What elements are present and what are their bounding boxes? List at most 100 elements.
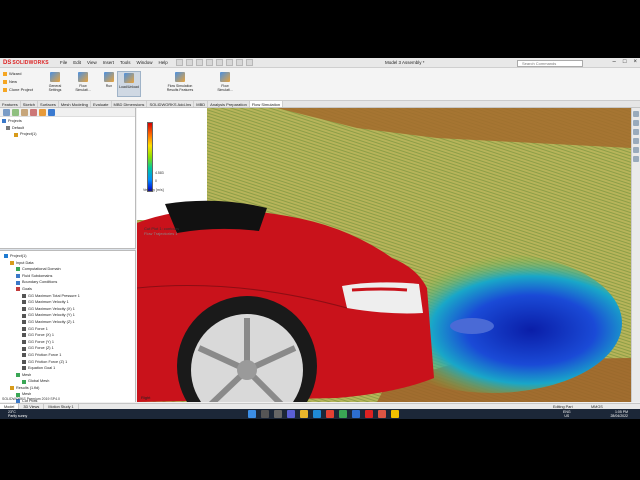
tree-item[interactable]: Input Data — [2, 260, 134, 267]
tree-item[interactable]: Project(1) — [2, 253, 134, 260]
menu-tools[interactable]: Tools — [120, 60, 131, 65]
resources-icon[interactable] — [633, 111, 639, 117]
load-unload-button[interactable]: Load/Unload — [117, 71, 141, 97]
search-commands-input[interactable]: Search Commands — [517, 60, 583, 67]
tree-item[interactable]: Global Mesh — [2, 378, 134, 385]
new-button[interactable]: New — [3, 79, 33, 84]
select-icon[interactable] — [226, 59, 233, 66]
tree-item[interactable]: Mesh — [2, 372, 134, 379]
tree-item[interactable]: GG Force 1 — [2, 326, 134, 333]
tree-item-default[interactable]: Default — [2, 125, 133, 132]
tab-analysis-preparation[interactable]: Analysis Preparation — [208, 101, 250, 107]
plot-labels: Cut Plot 1: contours Flow Trajectories 1 — [144, 226, 179, 236]
tree-item[interactable]: Fluid Subdomains — [2, 273, 134, 280]
tab-surfaces[interactable]: Surfaces — [38, 101, 59, 107]
clock[interactable]: 1:05 PM 28/04/2022 — [610, 410, 628, 418]
tab-mesh-modeling[interactable]: Mesh Modeling — [59, 101, 91, 107]
app-icon-2[interactable] — [391, 410, 399, 418]
new-doc-icon[interactable] — [176, 59, 183, 66]
undo-icon[interactable] — [216, 59, 223, 66]
chrome-icon[interactable] — [326, 410, 334, 418]
configuration-icon[interactable] — [21, 109, 28, 116]
edge-icon[interactable] — [313, 410, 321, 418]
tab-mbd[interactable]: MBD — [194, 101, 209, 107]
feature-tree-icon[interactable] — [3, 109, 10, 116]
wizard-button[interactable]: Wizard — [3, 71, 33, 76]
menu-view[interactable]: View — [87, 60, 97, 65]
start-icon[interactable] — [248, 410, 256, 418]
minimize-icon[interactable]: – — [613, 59, 616, 65]
tab-sketch[interactable]: Sketch — [21, 101, 39, 107]
flow-simulation-icon — [78, 72, 88, 82]
title-bar: DS SOLIDWORKS File Edit View Insert Tool… — [0, 58, 640, 68]
teams-icon[interactable] — [287, 410, 295, 418]
file-explorer-taskbar-icon[interactable] — [300, 410, 308, 418]
property-icon[interactable] — [12, 109, 19, 116]
view-palette-icon[interactable] — [633, 138, 639, 144]
solidworks-logo[interactable]: DS SOLIDWORKS — [3, 59, 49, 67]
clone-project-button[interactable]: Clone Project — [3, 87, 33, 92]
tab-evaluate[interactable]: Evaluate — [91, 101, 112, 107]
flow-simulation-options-button[interactable]: Flow Simulati... — [216, 71, 234, 97]
search-icon[interactable] — [261, 410, 269, 418]
custom-properties-icon[interactable] — [633, 156, 639, 162]
tree-item[interactable]: GG Maximum Velocity (Y) 1 — [2, 312, 134, 319]
tree-item[interactable]: GG Force (Z) 1 — [2, 345, 134, 352]
tree-item[interactable]: Goals — [2, 286, 134, 293]
menu-insert[interactable]: Insert — [103, 60, 114, 65]
design-library-icon[interactable] — [633, 120, 639, 126]
app-icon[interactable] — [339, 410, 347, 418]
tree-item-projects[interactable]: Projects — [2, 118, 133, 125]
tab-addins[interactable]: SOLIDWORKS Add-Ins — [147, 101, 195, 107]
project-commands: Wizard New Clone Project — [3, 71, 33, 92]
print-icon[interactable] — [206, 59, 213, 66]
language-indicator[interactable]: ENG US — [563, 410, 571, 418]
results-features-button[interactable]: Flow Simulation Results Features — [165, 71, 195, 97]
menu-edit[interactable]: Edit — [73, 60, 81, 65]
task-view-icon[interactable] — [274, 410, 282, 418]
tree-item[interactable]: GG Maximum Velocity 1 — [2, 299, 134, 306]
tree-item-project[interactable]: Project(1) — [2, 131, 133, 138]
maximize-icon[interactable]: □ — [623, 59, 627, 65]
menu-help[interactable]: Help — [159, 60, 168, 65]
acrobat-icon[interactable] — [378, 410, 386, 418]
tree-item[interactable]: GG Force (Y) 1 — [2, 339, 134, 346]
rebuild-icon[interactable] — [236, 59, 243, 66]
graphics-area[interactable]: Right 4.583 0 Velocity [m/s] Cut Plot 1:… — [137, 108, 631, 402]
tree-item[interactable]: GG Friction Force (Z) 1 — [2, 359, 134, 366]
tree-item[interactable]: GG Maximum Velocity (Z) 1 — [2, 319, 134, 326]
tree-item[interactable]: Results (1.fld) — [2, 385, 134, 392]
tree-item[interactable]: GG Friction Force 1 — [2, 352, 134, 359]
menu-file[interactable]: File — [60, 60, 67, 65]
tree-node-icon — [16, 274, 20, 279]
store-icon[interactable] — [352, 410, 360, 418]
tree-node-icon — [22, 366, 26, 371]
close-icon[interactable]: × — [633, 59, 637, 65]
tree-item[interactable]: Computational Domain — [2, 266, 134, 273]
tree-item[interactable]: GG Force (X) 1 — [2, 332, 134, 339]
tab-features[interactable]: Features — [0, 101, 21, 107]
dimxpert-icon[interactable] — [30, 109, 37, 116]
appearances-icon[interactable] — [633, 147, 639, 153]
save-icon[interactable] — [196, 59, 203, 66]
menu-window[interactable]: Window — [137, 60, 153, 65]
tab-flow-simulation[interactable]: Flow Simulation — [249, 101, 284, 107]
weather-widget[interactable]: 23°C Partly sunny — [8, 410, 27, 418]
flow-simulation-tools-button[interactable]: Flow Simulati... — [74, 71, 92, 97]
solidworks-taskbar-icon[interactable] — [365, 410, 373, 418]
panel-splitter[interactable] — [0, 248, 136, 251]
tree-node-icon — [22, 326, 26, 331]
run-button[interactable]: Run — [100, 71, 118, 97]
flow-analysis-tree-icon[interactable] — [48, 109, 55, 116]
options-icon[interactable] — [246, 59, 253, 66]
tree-item[interactable]: GG Maximum Velocity (X) 1 — [2, 306, 134, 313]
tree-item[interactable]: Equation Goal 1 — [2, 365, 134, 372]
open-icon[interactable] — [186, 59, 193, 66]
tab-mbd-dimensions[interactable]: MBD Dimensions — [112, 101, 148, 107]
tree-node-icon — [10, 386, 14, 391]
general-settings-button[interactable]: General Settings — [46, 71, 64, 97]
display-icon[interactable] — [39, 109, 46, 116]
file-explorer-icon[interactable] — [633, 129, 639, 135]
tree-item[interactable]: GG Maximum Total Pressure 1 — [2, 293, 134, 300]
tree-item[interactable]: Boundary Conditions — [2, 279, 134, 286]
